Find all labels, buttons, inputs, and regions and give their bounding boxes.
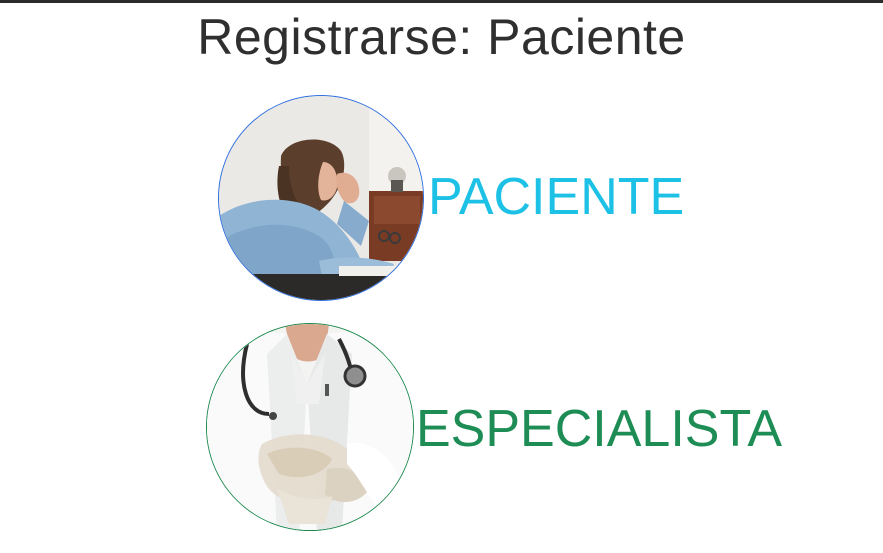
doctor-gloves-photo bbox=[207, 324, 413, 530]
paciente-label[interactable]: PACIENTE bbox=[428, 171, 684, 223]
paciente-avatar-image[interactable] bbox=[218, 95, 424, 301]
page-title: Registrarse: Paciente bbox=[197, 9, 686, 65]
especialista-label[interactable]: ESPECIALISTA bbox=[416, 403, 782, 455]
especialista-option[interactable]: ESPECIALISTA bbox=[206, 323, 782, 531]
especialista-avatar-image[interactable] bbox=[206, 323, 414, 531]
paciente-option[interactable]: PACIENTE bbox=[218, 95, 684, 301]
top-bar bbox=[0, 0, 883, 3]
woman-headache-photo bbox=[219, 96, 423, 300]
